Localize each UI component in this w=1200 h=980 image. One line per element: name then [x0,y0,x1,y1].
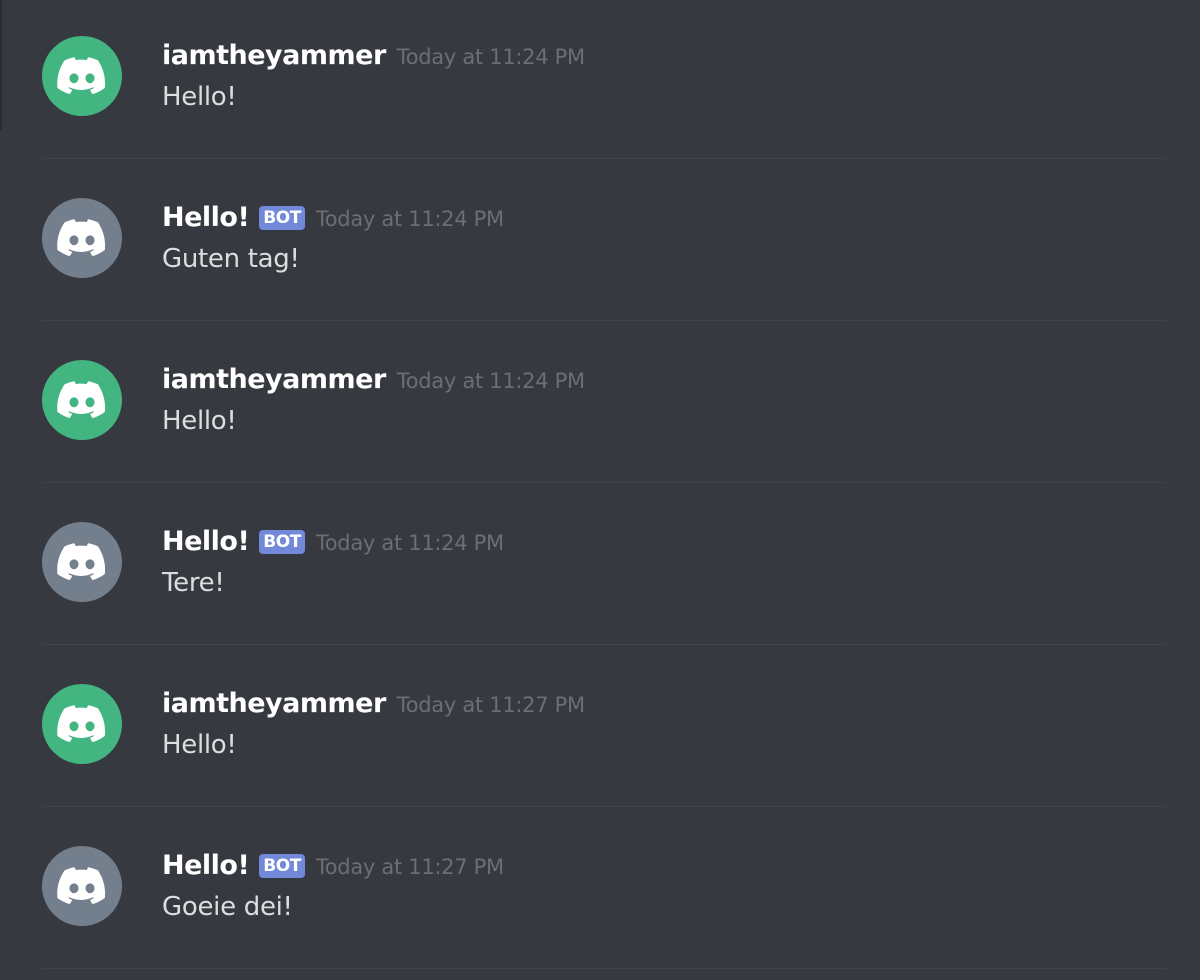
message-header: iamtheyammer Today at 11:24 PM [162,40,585,74]
username[interactable]: iamtheyammer [162,364,386,395]
message-header: Hello! BOT Today at 11:24 PM [162,526,504,560]
username[interactable]: iamtheyammer [162,40,386,71]
bot-badge: BOT [259,206,305,230]
timestamp: Today at 11:24 PM [315,207,504,231]
message-content: Hello! [162,82,237,112]
message-item: Hello! BOT Today at 11:24 PM Tere! [0,486,1200,648]
timestamp: Today at 11:24 PM [396,369,585,393]
message-content: Goeie dei! [162,892,293,922]
username[interactable]: Hello! [162,526,250,557]
message-content: Hello! [162,730,237,760]
discord-logo-icon [57,219,106,257]
message-item: iamtheyammer Today at 11:24 PM Hello! [0,0,1200,162]
message-divider [42,644,1166,645]
message-divider [42,158,1166,159]
discord-logo-icon [57,705,106,743]
message-divider [42,482,1166,483]
message-header: iamtheyammer Today at 11:24 PM [162,364,585,398]
avatar[interactable] [42,846,122,926]
message-content: Hello! [162,406,237,436]
bot-badge: BOT [259,530,305,554]
message-content: Guten tag! [162,244,300,274]
discord-logo-icon [57,543,106,581]
discord-logo-icon [57,867,106,905]
message-header: iamtheyammer Today at 11:27 PM [162,688,585,722]
message-item: Hello! BOT Today at 11:27 PM Goeie dei! [0,810,1200,972]
username[interactable]: Hello! [162,202,250,233]
avatar[interactable] [42,522,122,602]
avatar[interactable] [42,360,122,440]
discord-logo-icon [57,57,106,95]
username[interactable]: iamtheyammer [162,688,386,719]
avatar[interactable] [42,36,122,116]
discord-logo-icon [57,381,106,419]
message-item: Hello! BOT Today at 11:24 PM Guten tag! [0,162,1200,324]
bot-badge: BOT [259,854,305,878]
message-divider [42,320,1166,321]
avatar[interactable] [42,198,122,278]
timestamp: Today at 11:24 PM [396,45,585,69]
avatar[interactable] [42,684,122,764]
timestamp: Today at 11:27 PM [396,693,585,717]
message-item: iamtheyammer Today at 11:24 PM Hello! [0,324,1200,486]
message-item: iamtheyammer Today at 11:27 PM Hello! [0,648,1200,810]
message-divider [42,806,1166,807]
message-header: Hello! BOT Today at 11:24 PM [162,202,504,236]
username[interactable]: Hello! [162,850,250,881]
message-divider [42,968,1166,969]
message-header: Hello! BOT Today at 11:27 PM [162,850,504,884]
timestamp: Today at 11:27 PM [315,855,504,879]
timestamp: Today at 11:24 PM [315,531,504,555]
message-content: Tere! [162,568,225,598]
